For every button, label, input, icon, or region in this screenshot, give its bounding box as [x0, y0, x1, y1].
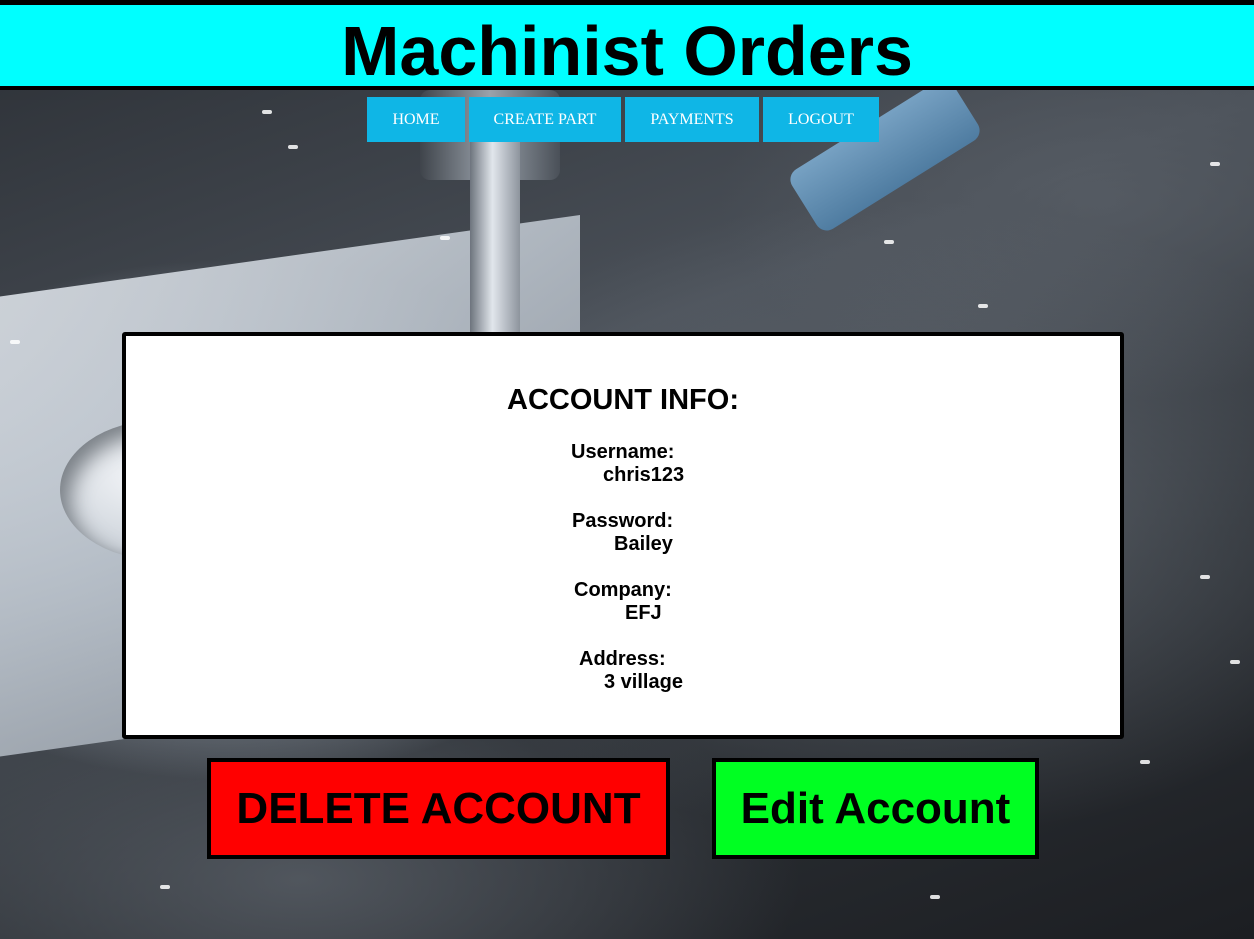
address-value: 3 village: [604, 671, 683, 693]
delete-account-button[interactable]: DELETE ACCOUNT: [207, 758, 670, 859]
app-title: Machinist Orders: [341, 12, 913, 90]
spark: [440, 236, 450, 240]
spindle-tool: [470, 130, 520, 340]
spark: [1230, 660, 1240, 664]
spark: [1200, 575, 1210, 579]
spark: [1210, 162, 1220, 166]
company-label: Company:: [574, 579, 672, 601]
nav-payments[interactable]: PAYMENTS: [625, 97, 759, 142]
account-info-heading: ACCOUNT INFO:: [507, 384, 739, 416]
username-label: Username:: [571, 441, 675, 463]
spark: [930, 895, 940, 899]
spark: [160, 885, 170, 889]
nav-create-part[interactable]: CREATE PART: [469, 97, 621, 142]
spark: [288, 145, 298, 149]
spark: [978, 304, 988, 308]
username-value: chris123: [603, 464, 685, 486]
spark: [884, 240, 894, 244]
header-banner: Machinist Orders: [0, 4, 1254, 90]
nav-logout[interactable]: LOGOUT: [763, 97, 879, 142]
main-nav: HOME CREATE PART PAYMENTS LOGOUT: [367, 97, 879, 142]
password-value: Bailey: [614, 533, 673, 555]
spark: [10, 340, 20, 344]
spark: [1140, 760, 1150, 764]
address-label: Address:: [579, 648, 666, 670]
edit-account-button[interactable]: Edit Account: [712, 758, 1039, 859]
spark: [262, 110, 272, 114]
password-label: Password:: [572, 510, 674, 532]
company-value: EFJ: [625, 602, 662, 624]
account-info-card: ACCOUNT INFO: Username: chris123 Passwor…: [122, 332, 1124, 739]
nav-home[interactable]: HOME: [367, 97, 465, 142]
